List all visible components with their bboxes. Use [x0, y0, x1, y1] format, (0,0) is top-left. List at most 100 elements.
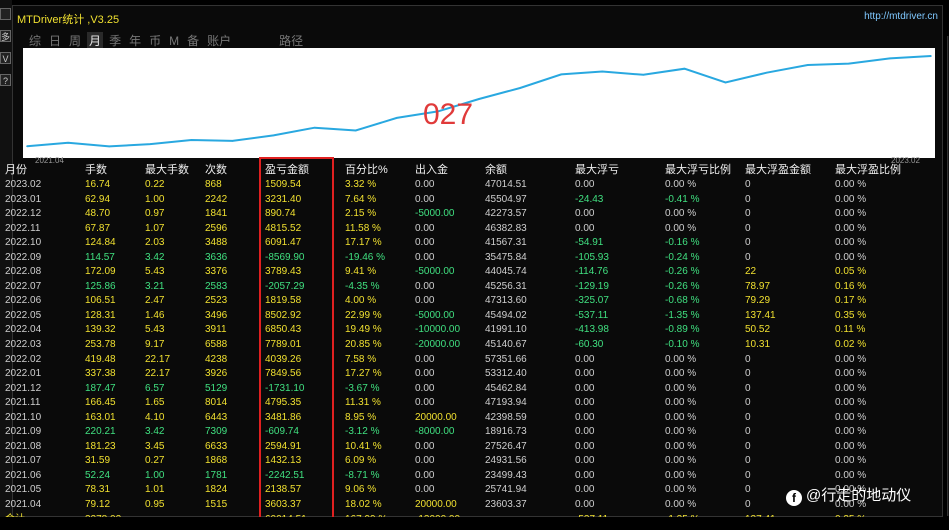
column-header[interactable]: 出入金 [415, 163, 485, 178]
site-url-link[interactable]: http://mtdriver.cn [864, 11, 938, 22]
table-cell: 42398.59 [485, 411, 527, 423]
tab-3[interactable]: 月 [87, 32, 104, 49]
table-cell: 78.31 [85, 484, 111, 496]
column-header[interactable]: 次数 [205, 163, 265, 178]
column-header[interactable]: 月份 [5, 163, 85, 178]
tab-6[interactable]: 币 [147, 32, 163, 49]
table-cell: 0.00 % [665, 382, 697, 394]
table-cell: -1.35 % [665, 309, 700, 321]
table-row[interactable]: 2021.06 52.24 1.00 1781 -2242.51 -8.71 % 0.00 2… [5, 469, 905, 484]
table-row[interactable]: 2021.11 166.45 1.65 8014 4795.35 11.31 % 0.00 4… [5, 396, 905, 411]
table-row[interactable]: 2022.04 139.32 5.43 3911 6850.43 19.49 % -1000… [5, 323, 905, 338]
table-cell: 0.16 % [835, 280, 867, 292]
table-cell: 48.70 [85, 208, 111, 220]
table-cell: 0.00 % [835, 208, 867, 220]
table-row[interactable]: 2022.06 106.51 2.47 2523 1819.58 4.00 % 0.00 47… [5, 294, 905, 309]
table-row[interactable]: 2022.01 337.38 22.17 3926 7849.56 17.27 % 0.00… [5, 367, 905, 382]
balance-point [108, 145, 110, 148]
table-cell: 50.52 [745, 324, 771, 336]
table-row[interactable]: 2021.09 220.21 3.42 7309 -609.74 -3.12 % -8000… [5, 425, 905, 440]
table-cell: 0.00 [575, 455, 595, 467]
table-cell: 172.09 [85, 266, 116, 278]
table-row[interactable]: 2022.09 114.57 3.42 3636 -8569.90 -19.46 % 0.0… [5, 251, 905, 266]
balance-point [190, 139, 193, 141]
tab-7[interactable]: M [167, 34, 181, 48]
table-cell: 22 [745, 266, 757, 278]
column-header[interactable]: 最大浮盈比例 [835, 163, 905, 178]
table-cell: -20000.00 [415, 339, 461, 351]
table-row[interactable]: 2021.08 181.23 3.45 6633 2594.91 10.41 % 0.00 2… [5, 440, 905, 455]
tab-9[interactable]: 账户 [205, 32, 233, 49]
table-row[interactable]: 2022.02 419.48 22.17 4238 4039.26 7.58 % 0.00 5… [5, 353, 905, 368]
table-cell: -129.19 [575, 280, 609, 292]
column-header[interactable]: 最大浮盈金额 [745, 163, 835, 178]
column-header[interactable]: 百分比% [345, 163, 415, 178]
table-cell: 0.00 % [665, 368, 697, 380]
column-header[interactable]: 手数 [85, 163, 145, 178]
balance-point [683, 67, 686, 70]
table-row[interactable]: 2023.01 62.94 1.00 2242 3231.40 7.64 % 0.00 455… [5, 193, 905, 208]
bottom-chart-strip [0, 517, 949, 530]
table-row[interactable]: 2022.05 128.31 1.46 3496 8502.92 22.99 % -5000… [5, 309, 905, 324]
table-cell: 20000.00 [415, 411, 457, 423]
table-cell: 47313.60 [485, 295, 527, 307]
tab-2[interactable]: 周 [67, 32, 83, 49]
table-row[interactable]: 2021.05 78.31 1.01 1824 2138.57 9.06 % 0.00 257… [5, 483, 905, 498]
table-cell: 0.00 % [835, 251, 867, 263]
table-row[interactable]: 2021.10 163.01 4.10 6443 3481.86 8.95 % 20000.… [5, 411, 905, 426]
table-cell: 6.57 [145, 382, 165, 394]
table-cell: 1.00 [145, 469, 165, 481]
left-tool-button-1[interactable]: 多 [0, 30, 11, 42]
table-row[interactable]: 2022.10 124.84 2.03 3488 6091.47 17.17 % 0.00 4… [5, 236, 905, 251]
balance-point [930, 55, 932, 57]
table-cell: 22.17 [145, 368, 171, 380]
table-row[interactable]: 2022.03 253.78 9.17 6588 7789.01 20.85 % -2000… [5, 338, 905, 353]
table-row[interactable]: 2021.04 79.12 0.95 1515 3603.37 18.02 % 20000.… [5, 498, 905, 513]
table-cell: 45256.31 [485, 280, 527, 292]
table-row[interactable]: 2021.07 31.59 0.27 1868 1432.13 6.09 % 0.00 249… [5, 454, 905, 469]
table-cell: 1515 [205, 499, 228, 511]
table-cell: -8.71 % [345, 469, 380, 481]
table-cell: 2022.06 [5, 295, 42, 307]
table-row[interactable]: 2022.07 125.86 3.21 2583 -2057.29 -4.35 % 0.00… [5, 280, 905, 295]
balance-point [313, 126, 316, 129]
toutiao-icon: f [786, 490, 802, 506]
table-row[interactable]: 2022.08 172.09 5.43 3376 3789.43 9.41 % -5000.… [5, 265, 905, 280]
table-cell: 0.00 [415, 382, 435, 394]
column-header[interactable]: 最大浮亏 [575, 163, 665, 178]
table-cell: 0 [745, 440, 751, 452]
table-row[interactable]: 2022.12 48.70 0.97 1841 890.74 2.15 % -5000.00… [5, 207, 905, 222]
table-cell: -5000.00 [415, 208, 455, 220]
column-header[interactable]: 最大浮亏比例 [665, 163, 745, 178]
table-cell: -0.68 % [665, 295, 700, 307]
column-header[interactable]: 最大手数 [145, 163, 205, 178]
column-header[interactable]: 余额 [485, 163, 575, 178]
left-tool-button-3[interactable]: ? [0, 74, 11, 86]
table-cell: 7309 [205, 426, 228, 438]
table-row[interactable]: 2023.02 16.74 0.22 868 1509.54 3.32 % 0.00 4701… [5, 178, 905, 193]
balance-point [519, 87, 521, 89]
tab-4[interactable]: 季 [107, 32, 123, 49]
table-row[interactable]: 2022.11 67.87 1.07 2596 4815.52 11.58 % 0.00 46… [5, 222, 905, 237]
table-cell: 18916.73 [485, 426, 527, 438]
left-tool-button-2[interactable]: V [0, 52, 11, 64]
tab-0[interactable]: 综 [27, 32, 43, 49]
tab-1[interactable]: 日 [47, 32, 63, 49]
table-cell: 0.00 [415, 397, 435, 409]
table-cell: 45504.97 [485, 193, 527, 205]
table-cell: 45140.67 [485, 339, 527, 351]
table-cell: -0.41 % [665, 193, 700, 205]
table-cell: 1824 [205, 484, 228, 496]
table-cell: 0.00 % [835, 237, 867, 249]
table-cell: 42273.57 [485, 208, 527, 220]
table-cell: 0.00 % [835, 397, 867, 409]
table-row[interactable]: 2021.12 187.47 6.57 5129 -1731.10 -3.67 % 0.00… [5, 382, 905, 397]
table-cell: 0.00 [415, 222, 435, 234]
table-cell: 57351.66 [485, 353, 527, 365]
left-tool-button-0[interactable] [0, 8, 11, 20]
tab-10[interactable]: 路径 [277, 32, 305, 49]
balance-series-line [26, 55, 932, 148]
tab-5[interactable]: 年 [127, 32, 143, 49]
tab-8[interactable]: 备 [185, 32, 201, 49]
table-cell: 0.00 [415, 368, 435, 380]
